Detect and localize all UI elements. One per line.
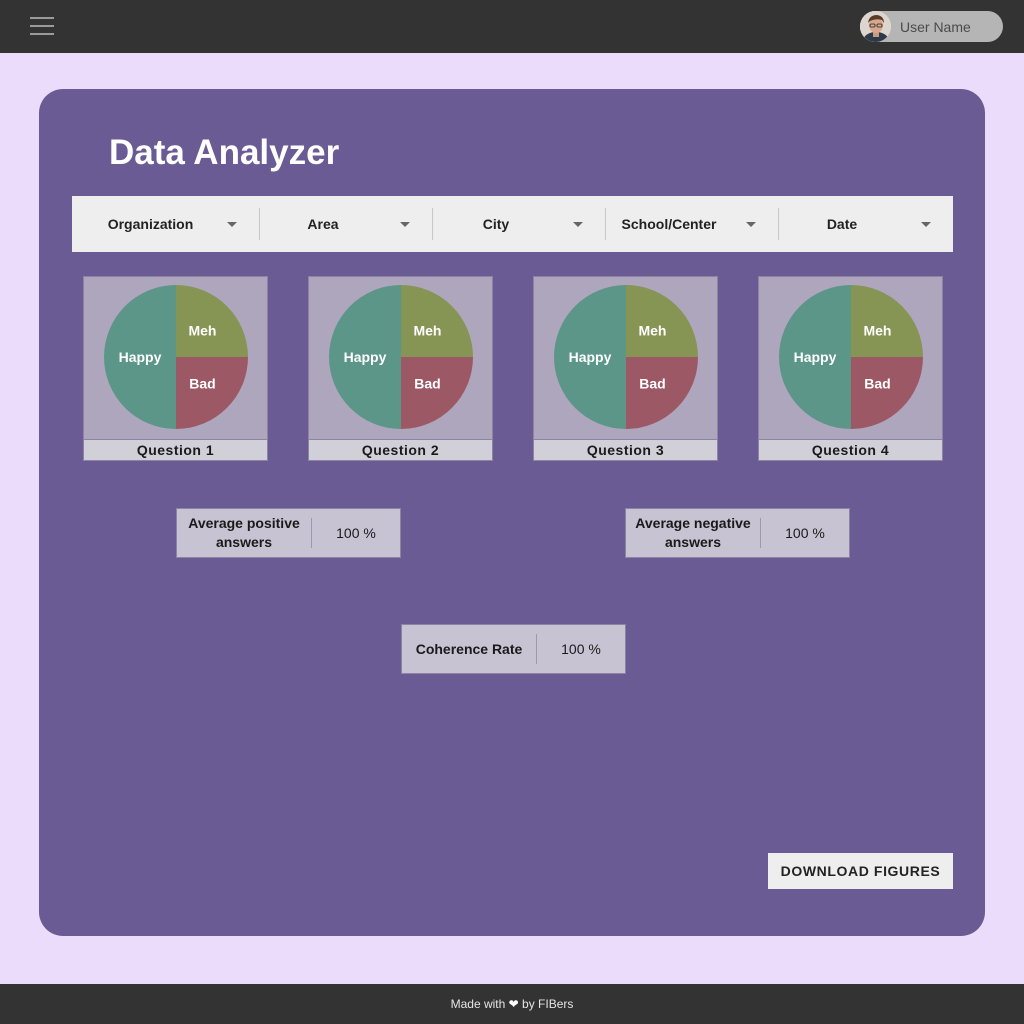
hamburger-menu-icon[interactable]	[28, 16, 56, 36]
pie-slice-meh	[851, 285, 923, 357]
pie-label-happy: Happy	[344, 349, 387, 365]
filter-city-select[interactable]: City	[433, 196, 605, 252]
top-app-bar: User Name	[0, 0, 1024, 53]
pie-label-meh: Meh	[413, 323, 441, 339]
chevron-down-icon	[746, 222, 756, 227]
question-4-pie-chart: Meh Bad Happy	[779, 285, 923, 429]
chevron-down-icon	[921, 222, 931, 227]
question-4-chart-card: Meh Bad Happy Question 4	[758, 276, 943, 461]
question-label: Question 4	[759, 439, 942, 460]
footer-text: Made with	[450, 997, 506, 1011]
question-1-chart-card: Meh Bad Happy Question 1	[83, 276, 268, 461]
pie-slice-bad	[851, 357, 923, 429]
filter-area-select[interactable]: Area	[260, 196, 432, 252]
question-label: Question 3	[534, 439, 717, 460]
heart-icon: ❤	[508, 997, 519, 1011]
pie-label-bad: Bad	[414, 375, 440, 391]
pie-slice-bad	[401, 357, 473, 429]
pie-label-bad: Bad	[639, 375, 665, 391]
footer: Made with ❤ by FIBers	[0, 984, 1024, 1024]
question-1-pie-chart: Meh Bad Happy	[104, 285, 248, 429]
avatar	[860, 11, 891, 42]
user-menu-button[interactable]: User Name	[860, 11, 1003, 42]
data-analyzer-panel: Data Analyzer Organization Area City Sch…	[39, 89, 985, 936]
chevron-down-icon	[400, 222, 410, 227]
question-3-chart-card: Meh Bad Happy Question 3	[533, 276, 718, 461]
question-3-pie-chart: Meh Bad Happy	[554, 285, 698, 429]
chevron-down-icon	[573, 222, 583, 227]
question-label: Question 1	[84, 439, 267, 460]
stat-value: 100 %	[336, 525, 376, 541]
pie-slice-meh	[626, 285, 698, 357]
filter-label: Date	[826, 216, 858, 232]
stat-value: 100 %	[561, 641, 601, 657]
filter-label: Area	[307, 216, 339, 232]
pie-label-bad: Bad	[189, 375, 215, 391]
page-title: Data Analyzer	[109, 133, 340, 172]
filter-school-center-select[interactable]: School/Center	[606, 196, 778, 252]
download-figures-button[interactable]: DOWNLOAD FIGURES	[768, 853, 953, 889]
question-label: Question 2	[309, 439, 492, 460]
coherence-rate-stat: Coherence Rate 100 %	[401, 624, 626, 674]
pie-label-meh: Meh	[863, 323, 891, 339]
stat-label: Average positive answers	[188, 515, 300, 550]
pie-label-meh: Meh	[638, 323, 666, 339]
pie-slice-meh	[176, 285, 248, 357]
pie-slice-bad	[626, 357, 698, 429]
pie-label-happy: Happy	[119, 349, 162, 365]
filter-label: Organization	[107, 216, 194, 232]
filter-label: School/Center	[621, 216, 717, 232]
filter-organization-select[interactable]: Organization	[72, 196, 259, 252]
stat-label: Coherence Rate	[415, 640, 523, 657]
stat-value: 100 %	[785, 525, 825, 541]
user-name: User Name	[900, 19, 971, 35]
filter-bar: Organization Area City School/Center Dat…	[72, 196, 953, 252]
pie-label-happy: Happy	[794, 349, 837, 365]
footer-text: by FIBers	[522, 997, 574, 1011]
average-negative-stat: Average negative answers 100 %	[625, 508, 850, 558]
chevron-down-icon	[227, 222, 237, 227]
pie-label-meh: Meh	[188, 323, 216, 339]
pie-slice-meh	[401, 285, 473, 357]
pie-label-happy: Happy	[569, 349, 612, 365]
pie-slice-bad	[176, 357, 248, 429]
pie-label-bad: Bad	[864, 375, 890, 391]
average-positive-stat: Average positive answers 100 %	[176, 508, 401, 558]
filter-label: City	[482, 216, 510, 232]
filter-date-select[interactable]: Date	[779, 196, 953, 252]
question-2-chart-card: Meh Bad Happy Question 2	[308, 276, 493, 461]
question-2-pie-chart: Meh Bad Happy	[329, 285, 473, 429]
stat-label: Average negative answers	[635, 515, 751, 550]
